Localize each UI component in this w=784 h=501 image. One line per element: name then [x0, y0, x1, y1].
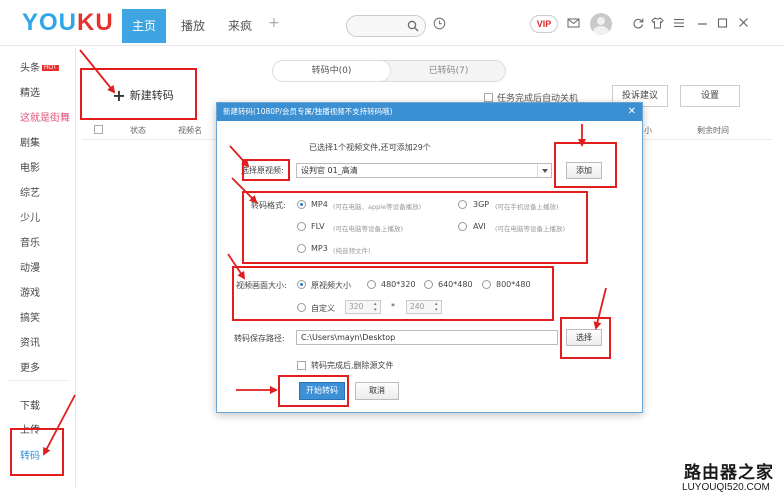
sidebar-item-street-dance[interactable]: 这就是街舞 — [20, 109, 70, 124]
tab-transcoding[interactable]: 转码中(0) — [273, 61, 390, 81]
minimize-icon[interactable] — [697, 17, 708, 29]
tab-home[interactable]: 主页 — [122, 9, 166, 43]
column-remaining-time: 剩余时间 — [697, 126, 729, 135]
cancel-button[interactable]: 取消 — [355, 382, 399, 400]
close-icon[interactable] — [738, 17, 749, 29]
avatar[interactable] — [590, 13, 612, 35]
delete-source-label: 转码完成后,删除源文件 — [311, 361, 394, 370]
sidebar-item-series[interactable]: 剧集 — [20, 134, 40, 149]
sidebar-item-kids[interactable]: 少儿 — [20, 209, 40, 224]
selection-info: 已选择1个视频文件,还可添加29个 — [309, 143, 431, 152]
watermark-url: LUYOUQI520.COM — [682, 482, 770, 493]
sidebar-item-movies[interactable]: 电影 — [20, 159, 40, 174]
tab-laifeng[interactable]: 来疯 — [220, 9, 260, 43]
sidebar-item-featured[interactable]: 精选 — [20, 84, 40, 99]
annotation-box-new-transcode — [80, 68, 197, 120]
settings-button[interactable]: 设置 — [680, 85, 740, 107]
save-path-field[interactable]: C:\Users\mayn\Desktop — [296, 330, 558, 345]
delete-source-checkbox[interactable] — [297, 361, 306, 370]
source-video-select[interactable]: 设判官 01_高清 — [296, 163, 552, 178]
menu-icon[interactable] — [673, 17, 685, 29]
sidebar-divider — [8, 380, 68, 381]
tab-transcoded[interactable]: 已转码(7) — [390, 61, 505, 81]
history-icon[interactable] — [433, 17, 446, 30]
sidebar-item-variety[interactable]: 综艺 — [20, 184, 40, 199]
sidebar-item-funny[interactable]: 搞笑 — [20, 309, 40, 324]
youku-logo[interactable]: YOUKU — [22, 9, 114, 37]
annotation-box-transcode — [10, 428, 64, 476]
column-video-name: 视频名 — [178, 126, 202, 135]
sidebar-item-anime[interactable]: 动漫 — [20, 259, 40, 274]
watermark-brand: 路由器之家 — [684, 463, 774, 483]
sidebar-item-more[interactable]: 更多 — [20, 359, 40, 374]
sidebar-item-label: 头条 — [20, 63, 40, 74]
skin-icon[interactable] — [651, 17, 664, 29]
add-tab-icon[interactable]: + — [268, 15, 280, 31]
select-all-checkbox[interactable] — [94, 125, 103, 134]
dialog-close-icon[interactable]: ✕ — [628, 103, 636, 121]
top-bar: YOUKU 主页 播放 来疯 + VIP — [0, 0, 784, 46]
annotation-box-size — [232, 266, 554, 321]
logo-text-main: YOU — [22, 9, 78, 36]
tab-play[interactable]: 播放 — [173, 9, 213, 43]
source-video-value: 设判官 01_高清 — [301, 166, 358, 175]
sidebar-item-download[interactable]: 下载 — [20, 397, 40, 412]
search-icon[interactable] — [407, 20, 419, 32]
annotation-box-source-label — [242, 159, 290, 181]
maximize-icon[interactable] — [717, 17, 728, 29]
sidebar-item-music[interactable]: 音乐 — [20, 234, 40, 249]
refresh-icon[interactable] — [632, 17, 644, 29]
message-icon[interactable] — [567, 17, 580, 29]
sidebar: 头条 HOT 精选 这就是街舞 剧集 电影 综艺 少儿 音乐 动漫 游戏 搞笑 资… — [0, 47, 76, 487]
annotation-box-start — [278, 375, 349, 407]
chevron-down-icon[interactable] — [537, 164, 551, 177]
column-size: 小 — [644, 126, 652, 135]
auto-shutdown-checkbox[interactable] — [484, 93, 493, 102]
column-status: 状态 — [130, 126, 146, 135]
vip-badge[interactable]: VIP — [530, 15, 558, 33]
hot-badge: HOT — [42, 65, 59, 71]
sidebar-item-games[interactable]: 游戏 — [20, 284, 40, 299]
annotation-box-add — [554, 142, 617, 188]
annotation-box-format — [242, 191, 588, 264]
dialog-title: 新建转码(1080P/会员专属/独播视频不支持转码哦) — [217, 103, 642, 121]
transcode-status-toggle: 转码中(0) 已转码(7) — [272, 60, 506, 82]
sidebar-item-headlines[interactable]: 头条 HOT — [20, 59, 59, 74]
save-path-label: 转码保存路径: — [234, 334, 285, 343]
logo-text-accent: KU — [77, 9, 114, 36]
annotation-box-browse — [560, 317, 611, 359]
search-input[interactable] — [346, 15, 426, 37]
sidebar-item-news[interactable]: 资讯 — [20, 334, 40, 349]
